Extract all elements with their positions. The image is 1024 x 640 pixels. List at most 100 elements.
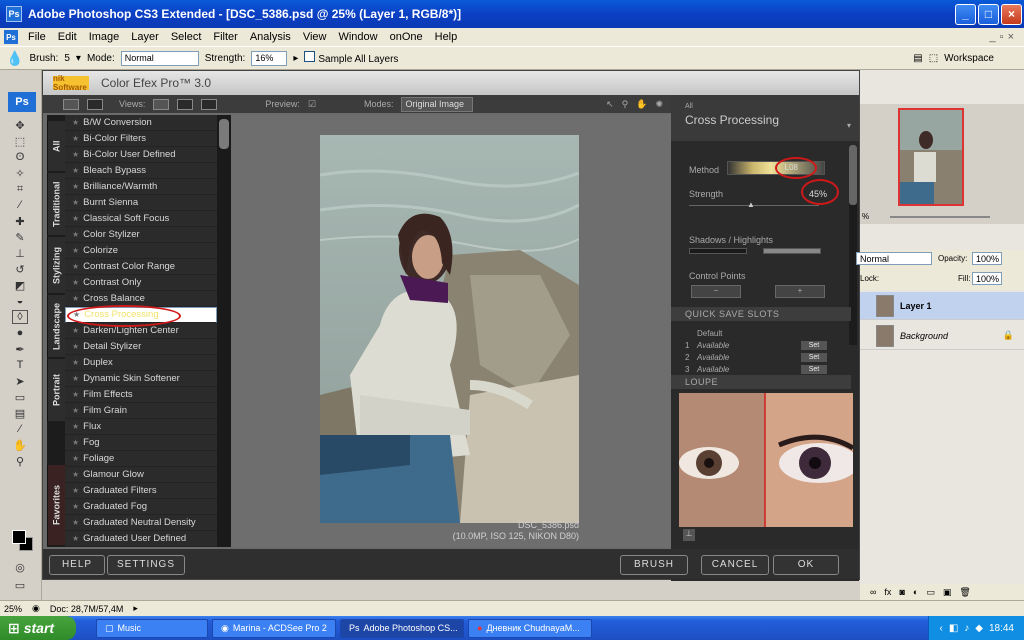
mdi-close-icon[interactable]: × xyxy=(1008,31,1014,43)
menu-analysis[interactable]: Analysis xyxy=(244,31,297,43)
favorite-star-icon[interactable]: ★ xyxy=(72,406,79,415)
favorite-star-icon[interactable]: ★ xyxy=(72,518,79,527)
save-slot-2-set-button[interactable]: Set xyxy=(801,353,827,362)
layout-list-icon[interactable] xyxy=(87,98,103,110)
healing-brush-icon[interactable]: ✚ xyxy=(12,214,28,228)
trash-icon[interactable]: 🗑 xyxy=(959,587,970,598)
history-brush-icon[interactable]: ↺ xyxy=(12,262,28,276)
ok-button[interactable]: OK xyxy=(773,555,839,575)
strength-slider-handle[interactable]: ▲ xyxy=(747,200,755,209)
layer-row-background[interactable]: Background 🔒 xyxy=(860,322,1024,350)
ps-badge[interactable]: Ps xyxy=(8,92,36,112)
modes-select[interactable]: Original Image xyxy=(401,96,474,112)
palette-well-icon[interactable]: ▤ xyxy=(913,53,922,64)
minimize-button[interactable]: _ xyxy=(955,3,976,25)
task-photoshop[interactable]: Ps Adobe Photoshop CS... xyxy=(340,618,464,638)
control-points-label[interactable]: Control Points xyxy=(689,271,746,281)
bulb-icon[interactable]: ✺ xyxy=(655,99,663,110)
mdi-minimize-icon[interactable]: _ xyxy=(990,31,996,43)
brush-dropdown-icon[interactable]: ▾ xyxy=(76,53,81,64)
menu-select[interactable]: Select xyxy=(165,31,208,43)
task-acdsee[interactable]: ◉ Marina - ACDSee Pro 2 xyxy=(212,618,336,638)
screen-mode-icon[interactable]: ▭ xyxy=(12,578,28,592)
tab-portrait[interactable]: Portrait xyxy=(47,359,65,421)
favorite-star-icon[interactable]: ★ xyxy=(72,278,79,287)
fx-icon[interactable]: fx xyxy=(884,587,891,597)
view-side-by-side-icon[interactable] xyxy=(201,98,218,110)
pen-tool-icon[interactable]: ✒ xyxy=(12,342,28,356)
lasso-tool-icon[interactable]: ʘ xyxy=(12,150,28,164)
view-split-icon[interactable] xyxy=(177,98,194,110)
paint-bucket-icon[interactable]: ◒ xyxy=(12,294,28,308)
menu-edit[interactable]: Edit xyxy=(52,31,83,43)
tray-arrow-icon[interactable]: ‹ xyxy=(939,623,942,634)
remove-control-point-button[interactable]: − xyxy=(691,285,741,298)
filter-item[interactable]: ★ Film Effects xyxy=(65,387,217,403)
color-swatches[interactable] xyxy=(12,530,34,552)
panel-collapse-icon[interactable]: ▾ xyxy=(847,121,851,130)
crop-tool-icon[interactable]: ⌗ xyxy=(12,182,28,196)
workspace-menu[interactable]: Workspace xyxy=(944,53,994,64)
filter-item[interactable]: ★ Graduated User Defined xyxy=(65,531,217,547)
volume-icon[interactable]: ♪ xyxy=(964,623,969,634)
filter-item[interactable]: ★ Contrast Only xyxy=(65,275,217,291)
network-icon[interactable]: ◧ xyxy=(949,623,958,634)
mask-icon[interactable]: ◙ xyxy=(899,587,904,597)
status-arrow-icon[interactable]: ▸ xyxy=(133,603,138,614)
strength-input[interactable]: 16% xyxy=(251,50,288,66)
filter-list-scrollbar[interactable] xyxy=(217,115,231,547)
tab-traditional[interactable]: Traditional xyxy=(47,173,65,235)
favorite-star-icon[interactable]: ★ xyxy=(72,150,79,159)
clone-stamp-icon[interactable]: ⊥ xyxy=(12,246,28,260)
nav-zoom-value[interactable]: % xyxy=(862,212,869,221)
blend-mode-select[interactable]: Normal xyxy=(856,252,932,265)
start-button[interactable]: ⊞ start xyxy=(0,616,76,640)
filter-item[interactable]: ★ Graduated Neutral Density xyxy=(65,515,217,531)
zoom-icon[interactable]: ⚲ xyxy=(622,99,629,110)
blur-tool-icon[interactable]: 💧 xyxy=(6,50,23,67)
shape-tool-icon[interactable]: ▭ xyxy=(12,390,28,404)
save-slot-3-set-button[interactable]: Set xyxy=(801,365,827,374)
filter-item[interactable]: ★ Bi-Color User Defined xyxy=(65,147,217,163)
help-button[interactable]: HELP xyxy=(49,555,105,575)
clock[interactable]: 18:44 xyxy=(989,623,1014,634)
preview-photo[interactable] xyxy=(320,135,579,523)
opacity-input[interactable]: 100% xyxy=(972,252,1002,265)
menu-filter[interactable]: Filter xyxy=(207,31,243,43)
favorite-star-icon[interactable]: ★ xyxy=(72,246,79,255)
quick-mask-icon[interactable]: ◎ xyxy=(12,560,28,574)
filter-item[interactable]: ★ Dynamic Skin Softener xyxy=(65,371,217,387)
path-selection-icon[interactable]: ➤ xyxy=(12,374,28,388)
link-icon[interactable]: ∞ xyxy=(870,587,876,597)
maximize-button[interactable]: □ xyxy=(978,3,999,25)
adjustment-icon[interactable]: ◐ xyxy=(913,587,918,597)
layout-single-icon[interactable] xyxy=(63,98,79,110)
doc-icon[interactable]: Ps xyxy=(4,30,18,44)
view-single-icon[interactable] xyxy=(153,98,170,110)
filter-item[interactable]: ★ Foliage xyxy=(65,451,217,467)
brush-tool-icon[interactable]: ✎ xyxy=(12,230,28,244)
task-opera[interactable]: ● Дневник ChudnayaM... xyxy=(468,618,592,638)
task-music[interactable]: ▢ Music xyxy=(96,618,208,638)
favorite-star-icon[interactable]: ★ xyxy=(72,230,79,239)
menu-image[interactable]: Image xyxy=(83,31,126,43)
tab-favorites[interactable]: Favorites xyxy=(47,465,65,545)
favorite-star-icon[interactable]: ★ xyxy=(72,134,79,143)
favorite-star-icon[interactable]: ★ xyxy=(72,486,79,495)
filter-item[interactable]: ★ Brilliance/Warmth xyxy=(65,179,217,195)
menu-file[interactable]: File xyxy=(22,31,52,43)
hand-icon[interactable]: ✋ xyxy=(636,99,647,110)
favorite-star-icon[interactable]: ★ xyxy=(72,118,79,127)
group-icon[interactable]: ▭ xyxy=(926,587,935,598)
save-slot-1-set-button[interactable]: Set xyxy=(801,341,827,350)
strength-slider-icon[interactable]: ▸ xyxy=(293,53,298,64)
filter-item[interactable]: ★ Bleach Bypass xyxy=(65,163,217,179)
filter-item[interactable]: ★ Colorize xyxy=(65,243,217,259)
zoom-level[interactable]: 25% xyxy=(4,604,22,614)
antivirus-icon[interactable]: ◆ xyxy=(975,623,983,634)
quick-save-header[interactable]: QUICK SAVE SLOTS xyxy=(671,307,851,321)
nav-zoom-slider[interactable] xyxy=(890,216,990,218)
pin-loupe-icon[interactable]: ⊥ xyxy=(683,529,695,541)
favorite-star-icon[interactable]: ★ xyxy=(72,294,79,303)
tab-all[interactable]: All xyxy=(47,121,65,171)
